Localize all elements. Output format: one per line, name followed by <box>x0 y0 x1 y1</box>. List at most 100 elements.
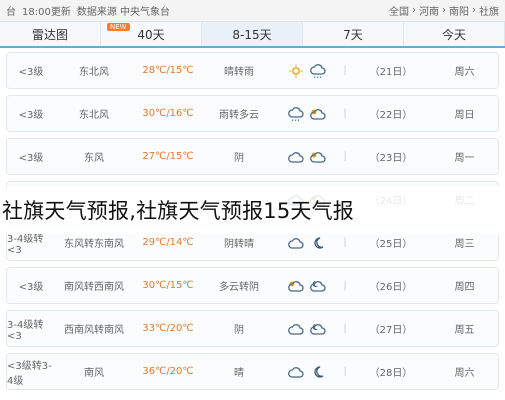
new-badge: NEW <box>107 23 130 31</box>
forecast-weekday: 周六 <box>454 67 475 78</box>
weather-description: 多云转阴 <box>219 282 259 293</box>
temperature-range: 30℃/15℃ <box>142 280 194 291</box>
forecast-date: （21日） <box>369 67 413 78</box>
forecast-row[interactable]: <3级 东风 27℃/15℃ 阴 | （23日） 周一 <box>6 138 499 175</box>
temperature-range: 30℃/16℃ <box>142 108 194 119</box>
wind-direction: 东北风 <box>79 67 109 78</box>
tab-radar[interactable]: 雷达图 <box>0 22 101 46</box>
forecast-date: （25日） <box>369 239 413 250</box>
wind-direction: 东风 <box>84 153 104 164</box>
update-info: 台 18:00更新 数据来源 中央气象台 <box>6 3 170 18</box>
tab-label: 40天 <box>137 27 165 42</box>
forecast-date: （23日） <box>369 153 413 164</box>
cloud-sun-icon <box>288 279 304 293</box>
wind-level: 3-4级转<3 <box>7 319 44 342</box>
weather-description: 晴转雨 <box>224 67 254 78</box>
top-bar: 台 18:00更新 数据来源 中央气象台 全国 › 河南 › 南阳 › 社旗 <box>0 0 505 22</box>
divider: | <box>343 237 347 248</box>
forecast-row[interactable]: <3级转3-4级 南风 36℃/20℃ 晴 | （28日） 周六 <box>6 353 499 390</box>
breadcrumb-separator: › <box>472 5 476 16</box>
forecast-row[interactable]: <3级 东北风 28℃/15℃ 晴转雨 | （21日） 周六 <box>6 52 499 89</box>
wind-direction: 西南风转南风 <box>64 325 124 336</box>
divider: | <box>343 280 347 291</box>
cloud-moon-icon <box>310 279 326 293</box>
temperature-range: 36℃/20℃ <box>142 366 194 377</box>
cloud-sun-icon <box>310 150 326 164</box>
moon-icon <box>310 236 326 250</box>
weather-icons <box>275 279 339 293</box>
forecast-date: （28日） <box>369 368 413 379</box>
tab-7-days[interactable]: 7天 <box>303 22 404 46</box>
breadcrumb-item[interactable]: 全国 <box>389 3 409 18</box>
divider: | <box>343 323 347 334</box>
forecast-tabs: 雷达图 NEW 40天 8-15天 7天 今天 <box>0 22 505 48</box>
cloud-icon <box>288 150 304 164</box>
update-time: 18:00更新 <box>22 7 71 18</box>
forecast-weekday: 周三 <box>454 239 475 250</box>
tab-label: 8-15天 <box>232 27 272 42</box>
wind-direction: 南风转西南风 <box>64 282 124 293</box>
breadcrumb-item[interactable]: 河南 <box>419 3 439 18</box>
weather-icons <box>275 150 339 164</box>
breadcrumb-separator: › <box>442 5 446 16</box>
wind-direction: 东北风 <box>79 110 109 121</box>
breadcrumb-item[interactable]: 社旗 <box>479 3 499 18</box>
cloud-icon <box>288 322 304 336</box>
weather-icons <box>275 365 339 379</box>
forecast-weekday: 周一 <box>454 153 475 164</box>
cloud-sun-icon <box>310 107 326 121</box>
breadcrumb-separator: › <box>412 5 416 16</box>
tab-40-days[interactable]: NEW 40天 <box>101 22 202 46</box>
temperature-range: 29℃/14℃ <box>142 237 194 248</box>
breadcrumb-item[interactable]: 南阳 <box>449 3 469 18</box>
cloud-moon-icon <box>310 322 326 336</box>
forecast-weekday: 周四 <box>454 282 475 293</box>
divider: | <box>343 65 347 76</box>
weather-description: 晴 <box>234 368 244 379</box>
forecast-row[interactable]: <3级 南风转西南风 30℃/15℃ 多云转阴 | （26日） 周四 <box>6 267 499 304</box>
wind-direction: 南风 <box>84 368 104 379</box>
wind-direction: 东风转东南风 <box>64 239 124 250</box>
tab-label: 今天 <box>441 27 466 42</box>
wind-level: <3级转3-4级 <box>7 360 52 387</box>
divider: | <box>343 108 347 119</box>
weather-icons <box>275 106 339 121</box>
forecast-row[interactable]: <3级 东北风 30℃/16℃ 雨转多云 | （22日） 周日 <box>6 95 499 132</box>
sun-icon <box>288 64 304 78</box>
tab-8-15-days[interactable]: 8-15天 <box>202 22 303 46</box>
cloud-icon <box>288 236 304 250</box>
cloud-rain-icon <box>288 106 304 121</box>
weather-description: 阴转晴 <box>224 239 254 250</box>
tab-label: 7天 <box>343 27 363 42</box>
wind-level: <3级 <box>18 153 44 164</box>
wind-level: <3级 <box>18 67 44 78</box>
weather-description: 阴 <box>234 325 244 336</box>
tab-today[interactable]: 今天 <box>404 22 505 46</box>
forecast-weekday: 周五 <box>454 325 475 336</box>
weather-icons <box>275 236 339 250</box>
overlay-caption: 社旗天气预报,社旗天气预报15天气报 <box>0 186 505 234</box>
forecast-date: （22日） <box>369 110 413 121</box>
weather-description: 雨转多云 <box>219 110 259 121</box>
wind-level: <3级 <box>18 282 44 293</box>
tab-label: 雷达图 <box>31 27 68 42</box>
cloud-icon <box>288 365 304 379</box>
weather-icons <box>275 63 339 78</box>
divider: | <box>343 366 347 377</box>
weather-icons <box>275 322 339 336</box>
divider: | <box>343 151 347 162</box>
forecast-weekday: 周日 <box>454 110 475 121</box>
temperature-range: 27℃/15℃ <box>142 151 194 162</box>
breadcrumb: 全国 › 河南 › 南阳 › 社旗 <box>389 3 499 18</box>
forecast-weekday: 周六 <box>454 368 475 379</box>
temperature-range: 28℃/15℃ <box>142 65 194 76</box>
data-source: 数据来源 中央气象台 <box>76 7 171 18</box>
weather-description: 阴 <box>234 153 244 164</box>
wind-level: <3级 <box>18 110 44 121</box>
forecast-date: （27日） <box>369 325 413 336</box>
forecast-row[interactable]: 3-4级转<3 西南风转南风 33℃/20℃ 阴 | （27日） 周五 <box>6 310 499 347</box>
temperature-range: 33℃/20℃ <box>142 323 194 334</box>
moon-icon <box>310 365 326 379</box>
forecast-date: （26日） <box>369 282 413 293</box>
cloud-rain-icon <box>310 63 326 78</box>
